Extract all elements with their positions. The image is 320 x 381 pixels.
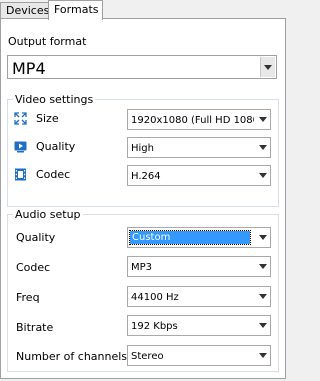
tab-bar: Devices Formats: [0, 0, 286, 20]
play-quality-icon: [14, 141, 27, 153]
audio-codec-select[interactable]: MP3: [127, 256, 271, 277]
output-format-label: Output format: [8, 35, 87, 48]
video-quality-select[interactable]: High: [127, 137, 271, 158]
tab-devices[interactable]: Devices: [0, 2, 49, 18]
audio-freq-select[interactable]: 44100 Hz: [127, 286, 271, 307]
audio-quality-value: Custom: [129, 230, 251, 245]
chevron-down-icon: [259, 264, 267, 269]
tab-formats-label: Formats: [54, 3, 99, 16]
chevron-down-icon: [259, 173, 267, 178]
audio-bitrate-label: Bitrate: [16, 321, 54, 334]
chevron-down-icon: [259, 353, 267, 358]
chevron-down-icon: [259, 145, 267, 150]
audio-bitrate-value: 192 Kbps: [131, 321, 178, 332]
video-codec-label: Codec: [36, 168, 71, 181]
chevron-down-icon: [259, 235, 267, 240]
video-size-label: Size: [36, 112, 59, 125]
video-codec-select[interactable]: H.264: [127, 165, 271, 186]
formats-panel: Output format MP4 Video settings Size 19…: [0, 18, 286, 379]
video-size-value: 1920x1080 (Full HD 1080: [131, 115, 254, 126]
audio-setup-title: Audio setup: [13, 208, 83, 221]
audio-freq-value: 44100 Hz: [131, 292, 179, 303]
video-size-select[interactable]: 1920x1080 (Full HD 1080: [127, 109, 271, 130]
chevron-down-icon: [259, 294, 267, 299]
output-format-select[interactable]: MP4: [7, 55, 277, 79]
audio-quality-label: Quality: [16, 231, 56, 244]
audio-setup-group: Audio setup Quality Custom Codec MP3 Fre…: [7, 208, 279, 372]
output-format-value: MP4: [12, 59, 46, 78]
audio-bitrate-select[interactable]: 192 Kbps: [127, 315, 271, 336]
video-codec-value: H.264: [131, 171, 161, 182]
audio-quality-select[interactable]: Custom: [127, 227, 271, 248]
audio-codec-value: MP3: [131, 262, 153, 273]
output-format-dropdown-button[interactable]: [260, 57, 275, 77]
video-settings-group: Video settings Size 1920x1080 (Full HD 1…: [7, 93, 279, 207]
chevron-down-icon: [259, 323, 267, 328]
audio-codec-label: Codec: [16, 261, 51, 274]
film-strip-icon: [15, 168, 26, 181]
tab-formats[interactable]: Formats: [48, 0, 103, 20]
audio-channels-value: Stereo: [131, 351, 164, 362]
chevron-down-icon: [264, 65, 272, 70]
audio-channels-label: Number of channels: [16, 350, 128, 363]
video-quality-label: Quality: [36, 140, 76, 153]
audio-channels-select[interactable]: Stereo: [127, 345, 271, 366]
video-settings-title: Video settings: [13, 93, 96, 106]
chevron-down-icon: [259, 117, 267, 122]
video-quality-value: High: [131, 143, 154, 154]
resize-arrows-icon: [14, 112, 27, 125]
audio-freq-label: Freq: [16, 291, 40, 304]
tab-devices-label: Devices: [6, 4, 50, 17]
